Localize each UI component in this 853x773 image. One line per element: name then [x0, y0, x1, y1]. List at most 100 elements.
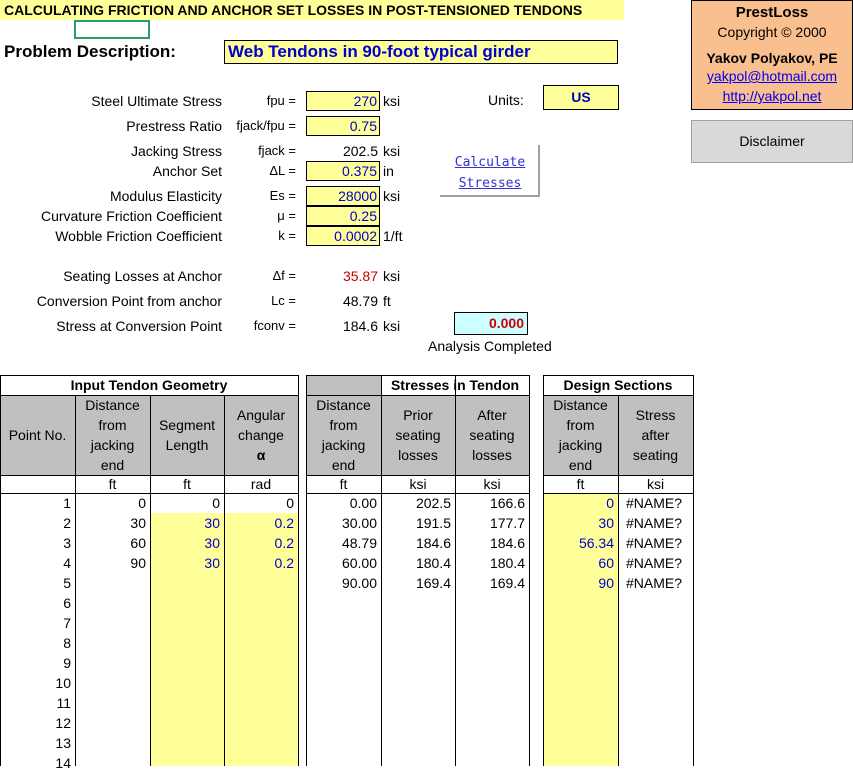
units-selector[interactable]: US	[543, 85, 619, 110]
input-value-field[interactable]: 28000	[306, 186, 380, 206]
column-header-text: Segment Length	[158, 417, 216, 453]
input-value-field[interactable]: 0.25	[306, 206, 380, 226]
cell-seg[interactable]	[150, 713, 224, 733]
result-unit: ksi	[383, 268, 401, 284]
cell-seg[interactable]	[150, 693, 224, 713]
cell-ang[interactable]	[224, 573, 298, 593]
cell-seg[interactable]: 30	[150, 513, 224, 533]
cell-seg[interactable]	[150, 653, 224, 673]
unit-label: rad	[250, 476, 272, 492]
cell-ang[interactable]	[224, 673, 298, 693]
email-link[interactable]: yakpol@hotmail.com	[692, 68, 852, 84]
input-label: Prestress Ratio	[126, 118, 222, 134]
cell-s: #NAME?	[626, 575, 683, 591]
cell-prior	[381, 673, 455, 693]
cell-d3[interactable]: 56.34	[543, 533, 618, 553]
grid-line	[224, 395, 225, 766]
cell-ang[interactable]: 0.2	[224, 513, 298, 533]
brand-copyright: Copyright © 2000	[717, 24, 827, 40]
cell-seg[interactable]: 0	[150, 493, 224, 513]
cell-seg[interactable]	[150, 573, 224, 593]
input-value-field[interactable]: 0.75	[306, 116, 380, 136]
selected-cell[interactable]	[74, 20, 150, 39]
cell-dist[interactable]	[75, 733, 150, 753]
cell-dist[interactable]	[75, 573, 150, 593]
cell-d3[interactable]: 0	[543, 493, 618, 513]
cell-seg[interactable]	[150, 613, 224, 633]
cell-prior	[381, 693, 455, 713]
unit-label: ksi	[483, 476, 501, 492]
problem-description-field[interactable]: Web Tendons in 90-foot typical girder	[224, 40, 618, 64]
disclaimer-button[interactable]: Disclaimer	[691, 120, 853, 163]
cell-d3[interactable]: 90	[543, 573, 618, 593]
input-value-field: 202.5	[342, 143, 378, 159]
brand-name: PrestLoss	[735, 4, 809, 21]
cell-dist[interactable]: 30	[75, 513, 150, 533]
cell-dist[interactable]: 90	[75, 553, 150, 573]
result-value: 48.79	[342, 293, 378, 309]
cell-seg[interactable]	[150, 673, 224, 693]
cell-s	[618, 733, 693, 753]
cell-s: #NAME?	[626, 555, 683, 571]
cell-ang[interactable]	[224, 593, 298, 613]
cell-n: 10	[55, 675, 71, 691]
cell-dist[interactable]	[75, 673, 150, 693]
input-value-field[interactable]: 0.375	[306, 161, 380, 181]
cell-d3[interactable]	[543, 653, 618, 673]
cell-ang[interactable]	[224, 713, 298, 733]
cell-d3[interactable]	[543, 713, 618, 733]
cell-ang[interactable]	[224, 653, 298, 673]
cell-d3[interactable]	[543, 693, 618, 713]
cell-seg[interactable]	[150, 593, 224, 613]
cell-d3[interactable]	[543, 733, 618, 753]
cell-d3[interactable]	[543, 673, 618, 693]
header-bg	[306, 375, 381, 395]
cell-seg[interactable]: 30	[150, 553, 224, 573]
cell-d3[interactable]	[543, 633, 618, 653]
cell-seg[interactable]	[150, 733, 224, 753]
grid-line	[298, 375, 299, 766]
calculate-label: Calculate	[454, 155, 526, 170]
result-label: Conversion Point from anchor	[36, 293, 222, 309]
cell-d3[interactable]	[543, 593, 618, 613]
calculate-stresses-button[interactable]: Calculate Stresses	[440, 145, 540, 197]
cell-dist[interactable]: 0	[75, 493, 150, 513]
input-symbol: fjack/fpu =	[236, 118, 296, 133]
column-header: Distance from jacking end	[75, 395, 150, 475]
cell-seg[interactable]	[150, 633, 224, 653]
cell-ang[interactable]	[224, 633, 298, 653]
cell-ang[interactable]	[224, 613, 298, 633]
cell-ang[interactable]: 0.2	[224, 533, 298, 553]
cell-d3[interactable]	[543, 753, 618, 773]
cell-ang[interactable]: 0	[224, 493, 298, 513]
cell-dist[interactable]	[75, 633, 150, 653]
cell-ang[interactable]: 0.2	[224, 553, 298, 573]
cell-d3[interactable]	[543, 613, 618, 633]
cell-dist[interactable]: 60	[75, 533, 150, 553]
input-value-field[interactable]: 270	[306, 91, 380, 111]
table-group-title: Design Sections	[563, 377, 673, 393]
cell-dist[interactable]	[75, 693, 150, 713]
cell-ang[interactable]	[224, 733, 298, 753]
cell-dist[interactable]	[75, 653, 150, 673]
input-unit: ksi	[383, 143, 401, 159]
cell-seg[interactable]	[150, 753, 224, 773]
cell-d3[interactable]: 30	[543, 513, 618, 533]
cell-dist[interactable]	[75, 593, 150, 613]
brand-author: Yakov Polyakov, PE	[706, 50, 838, 66]
column-header-text: Angular change	[236, 407, 286, 443]
grid-line	[455, 375, 456, 766]
input-symbol: k =	[278, 228, 296, 243]
cell-s: #NAME?	[626, 515, 683, 531]
cell-dist[interactable]	[75, 613, 150, 633]
cell-dist[interactable]	[75, 753, 150, 773]
cell-seg[interactable]: 30	[150, 533, 224, 553]
cell-ang[interactable]	[224, 753, 298, 773]
input-value-field[interactable]: 0.0002	[306, 226, 380, 246]
website-link[interactable]: http://yakpol.net	[692, 88, 852, 104]
cell-ang[interactable]	[224, 693, 298, 713]
cell-s	[618, 673, 693, 693]
cell-dist[interactable]	[75, 713, 150, 733]
cell-d3[interactable]: 60	[543, 553, 618, 573]
input-unit: 1/ft	[383, 228, 403, 244]
